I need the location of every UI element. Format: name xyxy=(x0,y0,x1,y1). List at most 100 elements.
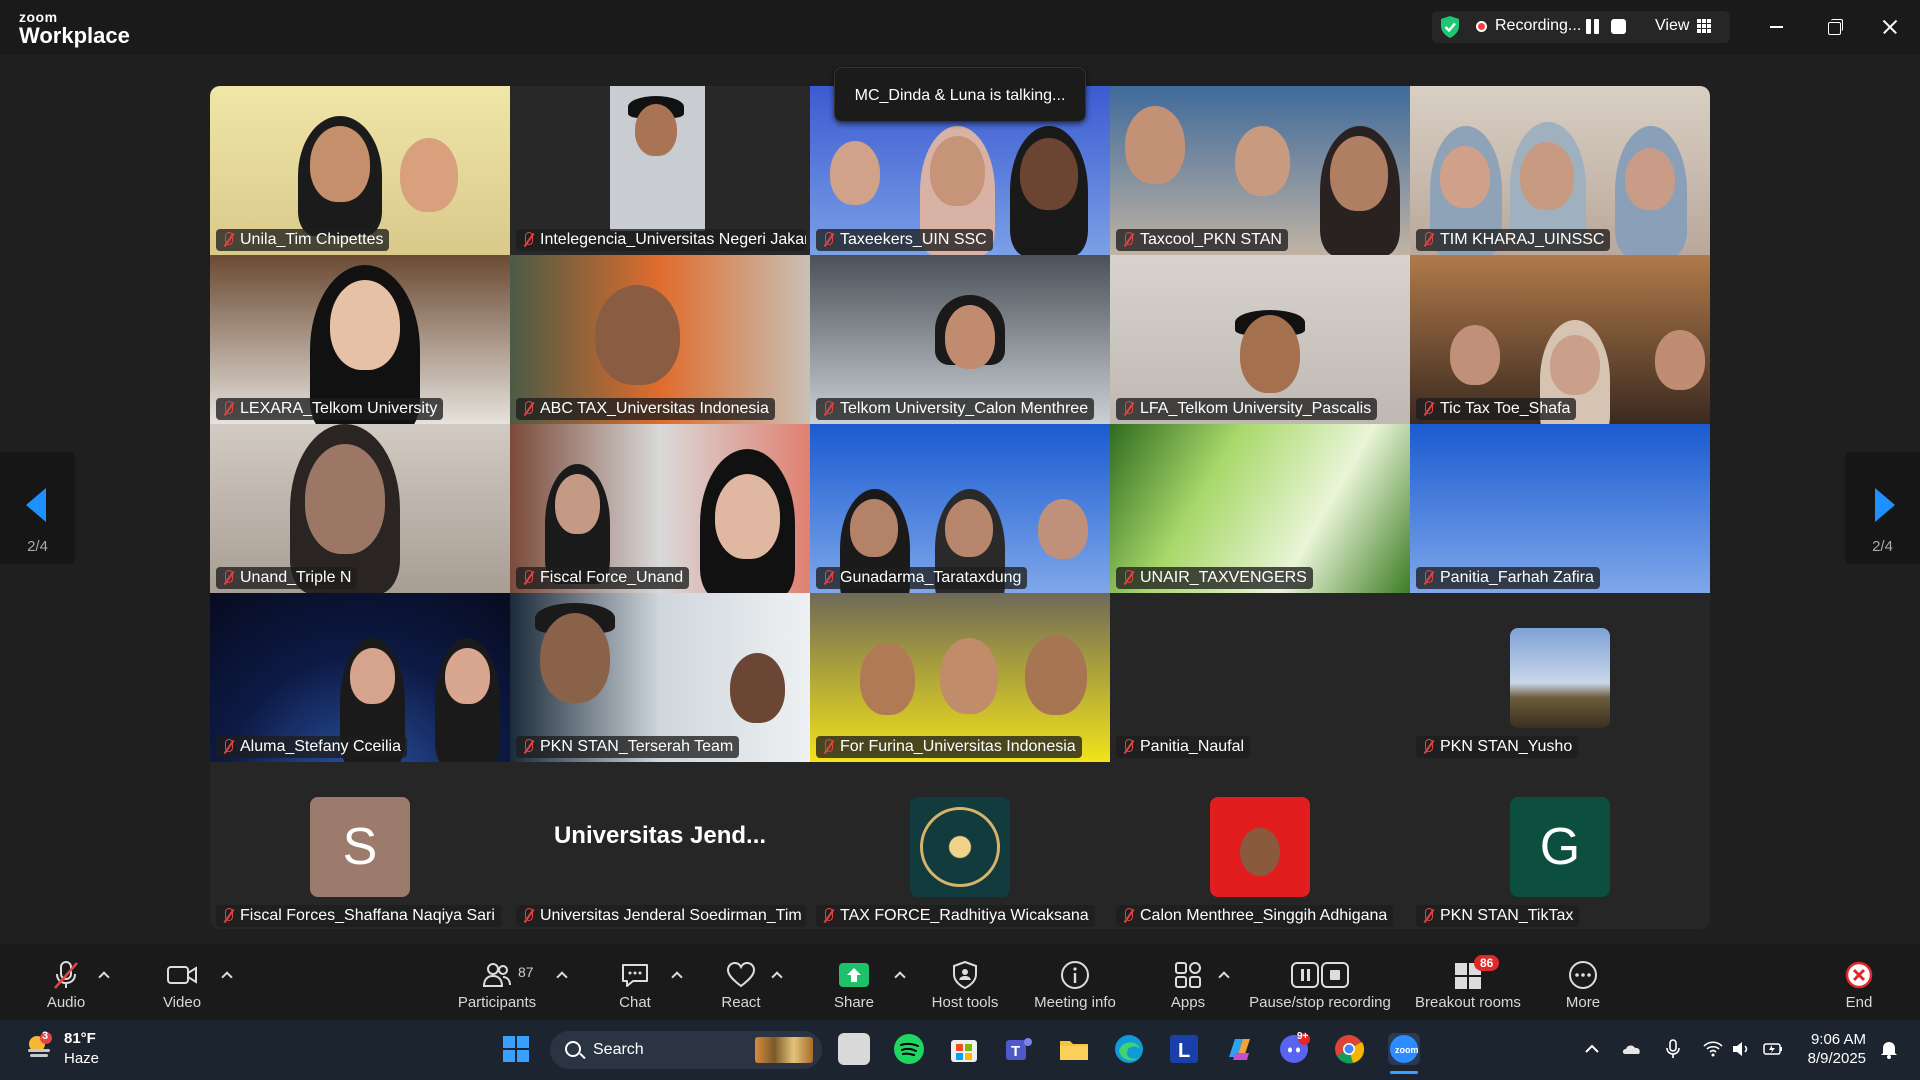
muted-mic-icon xyxy=(822,908,834,924)
previous-page-button[interactable]: 2/4 xyxy=(0,452,75,564)
participant-tile[interactable]: Universitas Jend... Universitas Jenderal … xyxy=(510,762,810,929)
apps-caret-icon[interactable] xyxy=(1219,970,1229,980)
meeting-info-button[interactable]: Meeting info xyxy=(1030,944,1120,1020)
participant-tile[interactable]: Intelegencia_Universitas Negeri Jakar... xyxy=(510,86,810,255)
display-name-placeholder: Universitas Jend... xyxy=(553,822,767,849)
wifi-icon[interactable] xyxy=(1702,1038,1724,1060)
participant-tile[interactable]: PKN STAN_Terserah Team xyxy=(510,593,810,762)
active-speaker-banner: MC_Dinda & Luna is talking... xyxy=(834,67,1086,122)
teams-icon[interactable]: T xyxy=(1003,1033,1035,1065)
video-button[interactable]: Video xyxy=(152,944,212,1020)
taskbar-clock[interactable]: 9:06 AM 8/9/2025 xyxy=(1804,1030,1866,1068)
person-face xyxy=(830,141,880,205)
participant-name-text: PKN STAN_TikTax xyxy=(1440,907,1574,924)
participant-tile[interactable]: Unand_Triple N xyxy=(210,424,510,593)
share-screen-icon xyxy=(839,963,869,987)
participant-tile[interactable]: Panitia_Farhah Zafira xyxy=(1410,424,1710,593)
react-caret-icon[interactable] xyxy=(772,970,782,980)
participant-name: Calon Menthree_Singgih Adhigana xyxy=(1116,905,1394,927)
windows-start-icon[interactable] xyxy=(500,1033,532,1065)
participant-name: PKN STAN_TikTax xyxy=(1416,905,1580,927)
pause-recording-icon[interactable] xyxy=(1584,18,1602,36)
battery-icon[interactable] xyxy=(1762,1038,1784,1060)
chat-button[interactable]: Chat xyxy=(605,944,665,1020)
person-face xyxy=(945,305,995,369)
taskbar-search[interactable]: Search xyxy=(550,1031,822,1069)
brand-large: Workplace xyxy=(19,23,130,48)
participant-tile[interactable]: S Fiscal Forces_Shaffana Naqiya Sari xyxy=(210,762,510,929)
person-face xyxy=(400,138,458,212)
weather-condition[interactable]: Haze xyxy=(64,1050,99,1067)
onedrive-cloud-icon[interactable] xyxy=(1621,1038,1643,1060)
weather-temp[interactable]: 81°F xyxy=(64,1030,96,1047)
file-explorer-icon[interactable] xyxy=(1058,1033,1090,1065)
participants-caret-icon[interactable] xyxy=(557,970,567,980)
participant-tile[interactable]: Panitia_Naufal xyxy=(1110,593,1410,762)
l-app-icon[interactable]: L xyxy=(1168,1033,1200,1065)
view-button[interactable]: View xyxy=(1655,17,1689,35)
volume-icon[interactable] xyxy=(1730,1038,1752,1060)
participant-tile[interactable]: For Furina_Universitas Indonesia xyxy=(810,593,1110,762)
participant-tile[interactable]: Fiscal Force_Unand xyxy=(510,424,810,593)
person-face xyxy=(1025,635,1087,715)
recording-dot-icon xyxy=(1476,21,1487,32)
end-meeting-button[interactable]: End xyxy=(1829,944,1889,1020)
participants-button[interactable]: Participants xyxy=(452,944,542,1020)
muted-mic-icon xyxy=(822,401,834,417)
participant-tile[interactable]: Tic Tax Toe_Shafa xyxy=(1410,255,1710,424)
participant-name-text: TAX FORCE_Radhitiya Wicaksana xyxy=(840,907,1089,924)
participant-name: Unand_Triple N xyxy=(216,567,358,589)
microsoft-store-icon[interactable] xyxy=(948,1033,980,1065)
participant-tile[interactable]: Aluma_Stefany Cceilia xyxy=(210,593,510,762)
participant-tile[interactable]: TAX FORCE_Radhitiya Wicaksana xyxy=(810,762,1110,929)
participant-tile[interactable]: Telkom University_Calon Menthree xyxy=(810,255,1110,424)
participant-tile[interactable]: LEXARA_Telkom University xyxy=(210,255,510,424)
shield-icon[interactable] xyxy=(1439,15,1461,39)
participant-tile[interactable]: Calon Menthree_Singgih Adhigana xyxy=(1110,762,1410,929)
stop-recording-icon[interactable] xyxy=(1611,19,1626,34)
chevron-up-icon[interactable] xyxy=(1581,1038,1603,1060)
participant-tile[interactable]: G PKN STAN_TikTax xyxy=(1410,762,1710,929)
participant-tile[interactable]: UNAIR_TAXVENGERS xyxy=(1110,424,1410,593)
weather-haze-icon[interactable] xyxy=(24,1031,54,1061)
chat-caret-icon[interactable] xyxy=(672,970,682,980)
edge-icon[interactable] xyxy=(1113,1033,1145,1065)
copilot-icon[interactable] xyxy=(1223,1033,1255,1065)
next-page-button[interactable]: 2/4 xyxy=(1845,452,1920,564)
host-tools-button[interactable]: Host tools xyxy=(925,944,1005,1020)
more-button[interactable]: More xyxy=(1553,944,1613,1020)
restore-button[interactable] xyxy=(1819,12,1849,42)
muted-mic-icon xyxy=(522,401,534,417)
audio-options-caret-icon[interactable] xyxy=(99,970,109,980)
muted-mic-icon xyxy=(1122,908,1134,924)
participant-tile[interactable]: Unila_Tim Chipettes xyxy=(210,86,510,255)
participant-tile[interactable]: Taxcool_PKN STAN xyxy=(1110,86,1410,255)
participant-tile[interactable]: ABC TAX_Universitas Indonesia xyxy=(510,255,810,424)
microphone-icon[interactable] xyxy=(1662,1038,1684,1060)
grid-view-icon[interactable] xyxy=(1697,19,1711,33)
audio-button[interactable]: Audio xyxy=(36,944,96,1020)
minimize-button[interactable] xyxy=(1761,12,1791,42)
pause-stop-recording-button[interactable]: Pause/stop recording xyxy=(1245,944,1395,1020)
chrome-icon[interactable] xyxy=(1333,1033,1365,1065)
breakout-rooms-button[interactable]: Breakout rooms xyxy=(1408,944,1528,1020)
participant-tile[interactable]: Gunadarma_Tarataxdung xyxy=(810,424,1110,593)
share-caret-icon[interactable] xyxy=(895,970,905,980)
react-button[interactable]: React xyxy=(711,944,771,1020)
more-icon xyxy=(1569,961,1597,989)
participant-tile[interactable]: PKN STAN_Yusho xyxy=(1410,593,1710,762)
close-window-button[interactable] xyxy=(1875,12,1905,42)
spotify-icon[interactable] xyxy=(893,1033,925,1065)
notification-bell-icon[interactable] xyxy=(1878,1038,1900,1060)
pause-stop-icon xyxy=(1291,962,1349,988)
person-face xyxy=(715,474,780,559)
video-options-caret-icon[interactable] xyxy=(222,970,232,980)
task-view-icon[interactable] xyxy=(838,1033,870,1065)
zoom-taskbar-icon[interactable]: zoom xyxy=(1388,1033,1420,1065)
participant-tile[interactable]: LFA_Telkom University_Pascalis xyxy=(1110,255,1410,424)
share-button[interactable]: Share xyxy=(824,944,884,1020)
participant-name-text: Telkom University_Calon Menthree xyxy=(840,400,1089,417)
apps-button[interactable]: Apps xyxy=(1158,944,1218,1020)
muted-mic-icon xyxy=(1422,739,1434,755)
participant-tile[interactable]: TIM KHARAJ_UINSSC xyxy=(1410,86,1710,255)
